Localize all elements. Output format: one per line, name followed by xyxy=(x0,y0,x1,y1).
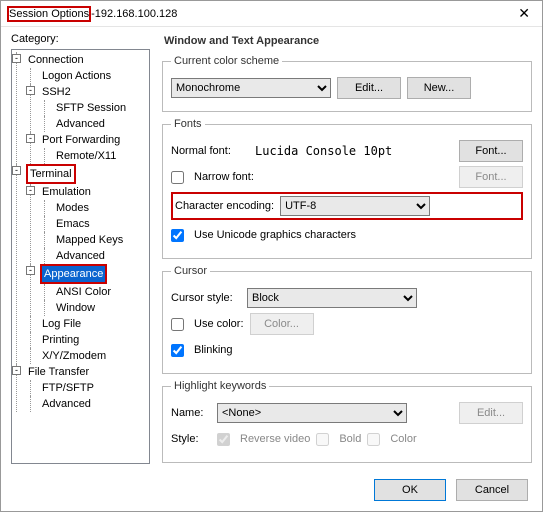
tree-advanced[interactable]: Advanced xyxy=(54,248,107,264)
category-tree[interactable]: -Connection Logon Actions -SSH2 SFTP Ses… xyxy=(11,49,150,464)
tree-window[interactable]: Window xyxy=(54,300,97,316)
tree-remote-x11[interactable]: Remote/X11 xyxy=(54,148,118,164)
encoding-select[interactable]: UTF-8 xyxy=(280,196,430,216)
color-label: Color xyxy=(390,433,416,445)
cursor-group: Cursor Cursor style: Block Use color: Co… xyxy=(162,265,532,374)
use-color-label: Use color: xyxy=(194,318,244,330)
close-icon[interactable]: ✕ xyxy=(512,5,536,22)
expander-icon[interactable]: - xyxy=(26,266,35,275)
edit-scheme-button[interactable]: Edit... xyxy=(337,77,401,99)
tree-terminal[interactable]: Terminal xyxy=(26,164,76,184)
narrow-font-label: Narrow font: xyxy=(194,171,254,183)
blinking-label: Blinking xyxy=(194,344,233,356)
unicode-graphics-checkbox[interactable] xyxy=(171,229,184,242)
fonts-legend: Fonts xyxy=(171,118,205,130)
narrow-font-checkbox[interactable] xyxy=(171,171,184,184)
tree-connection[interactable]: Connection xyxy=(26,52,86,68)
bold-label: Bold xyxy=(339,433,361,445)
tree-printing[interactable]: Printing xyxy=(40,332,81,348)
tree-sftp-session[interactable]: SFTP Session xyxy=(54,100,128,116)
reverse-video-checkbox xyxy=(217,433,230,446)
cursor-style-label: Cursor style: xyxy=(171,292,241,304)
hk-name-select[interactable]: <None> xyxy=(217,403,407,423)
tree-advanced[interactable]: Advanced xyxy=(40,396,93,412)
blinking-checkbox[interactable] xyxy=(171,344,184,357)
normal-font-button[interactable]: Font... xyxy=(459,140,523,162)
tree-emulation[interactable]: Emulation xyxy=(40,184,93,200)
expander-icon[interactable]: - xyxy=(26,86,35,95)
title-host: 192.168.100.128 xyxy=(95,8,178,20)
tree-emacs[interactable]: Emacs xyxy=(54,216,92,232)
tree-modes[interactable]: Modes xyxy=(54,200,91,216)
tree-advanced[interactable]: Advanced xyxy=(54,116,107,132)
highlight-legend: Highlight keywords xyxy=(171,380,269,392)
color-scheme-legend: Current color scheme xyxy=(171,55,282,67)
reverse-video-label: Reverse video xyxy=(240,433,310,445)
unicode-graphics-label: Use Unicode graphics characters xyxy=(194,229,356,241)
hk-edit-button: Edit... xyxy=(459,402,523,424)
use-color-checkbox[interactable] xyxy=(171,318,184,331)
fonts-group: Fonts Normal font: Lucida Console 10pt F… xyxy=(162,118,532,259)
expander-icon[interactable]: - xyxy=(26,134,35,143)
expander-icon[interactable]: - xyxy=(26,186,35,195)
tree-log-file[interactable]: Log File xyxy=(40,316,83,332)
cursor-color-button: Color... xyxy=(250,313,314,335)
cancel-button[interactable]: Cancel xyxy=(456,479,528,501)
title-session-options: Session Options xyxy=(7,6,91,22)
expander-icon[interactable]: - xyxy=(12,366,21,375)
panel-title: Window and Text Appearance xyxy=(164,35,532,47)
encoding-label: Character encoding: xyxy=(175,200,274,212)
narrow-font-button: Font... xyxy=(459,166,523,188)
color-scheme-group: Current color scheme Monochrome Edit... … xyxy=(162,55,532,112)
expander-icon[interactable]: - xyxy=(12,54,21,63)
tree-mapped-keys[interactable]: Mapped Keys xyxy=(54,232,125,248)
hk-style-label: Style: xyxy=(171,433,211,445)
highlight-keywords-group: Highlight keywords Name: <None> Edit... … xyxy=(162,380,532,463)
tree-logon-actions[interactable]: Logon Actions xyxy=(40,68,113,84)
tree-ssh2[interactable]: SSH2 xyxy=(40,84,73,100)
ok-button[interactable]: OK xyxy=(374,479,446,501)
tree-file-transfer[interactable]: File Transfer xyxy=(26,364,91,380)
color-scheme-select[interactable]: Monochrome xyxy=(171,78,331,98)
tree-port-forwarding[interactable]: Port Forwarding xyxy=(40,132,122,148)
cursor-style-select[interactable]: Block xyxy=(247,288,417,308)
tree-appearance[interactable]: Appearance xyxy=(40,264,107,284)
new-scheme-button[interactable]: New... xyxy=(407,77,471,99)
tree-xymodem[interactable]: X/Y/Zmodem xyxy=(40,348,108,364)
color-checkbox xyxy=(367,433,380,446)
normal-font-value: Lucida Console 10pt xyxy=(255,144,405,158)
titlebar: Session Options - 192.168.100.128 ✕ xyxy=(1,1,542,27)
expander-icon[interactable]: - xyxy=(12,166,21,175)
category-label: Category: xyxy=(11,33,150,45)
tree-ansi-color[interactable]: ANSI Color xyxy=(54,284,113,300)
normal-font-label: Normal font: xyxy=(171,145,249,157)
tree-ftp-sftp[interactable]: FTP/SFTP xyxy=(40,380,96,396)
hk-name-label: Name: xyxy=(171,407,211,419)
bold-checkbox xyxy=(316,433,329,446)
cursor-legend: Cursor xyxy=(171,265,210,277)
